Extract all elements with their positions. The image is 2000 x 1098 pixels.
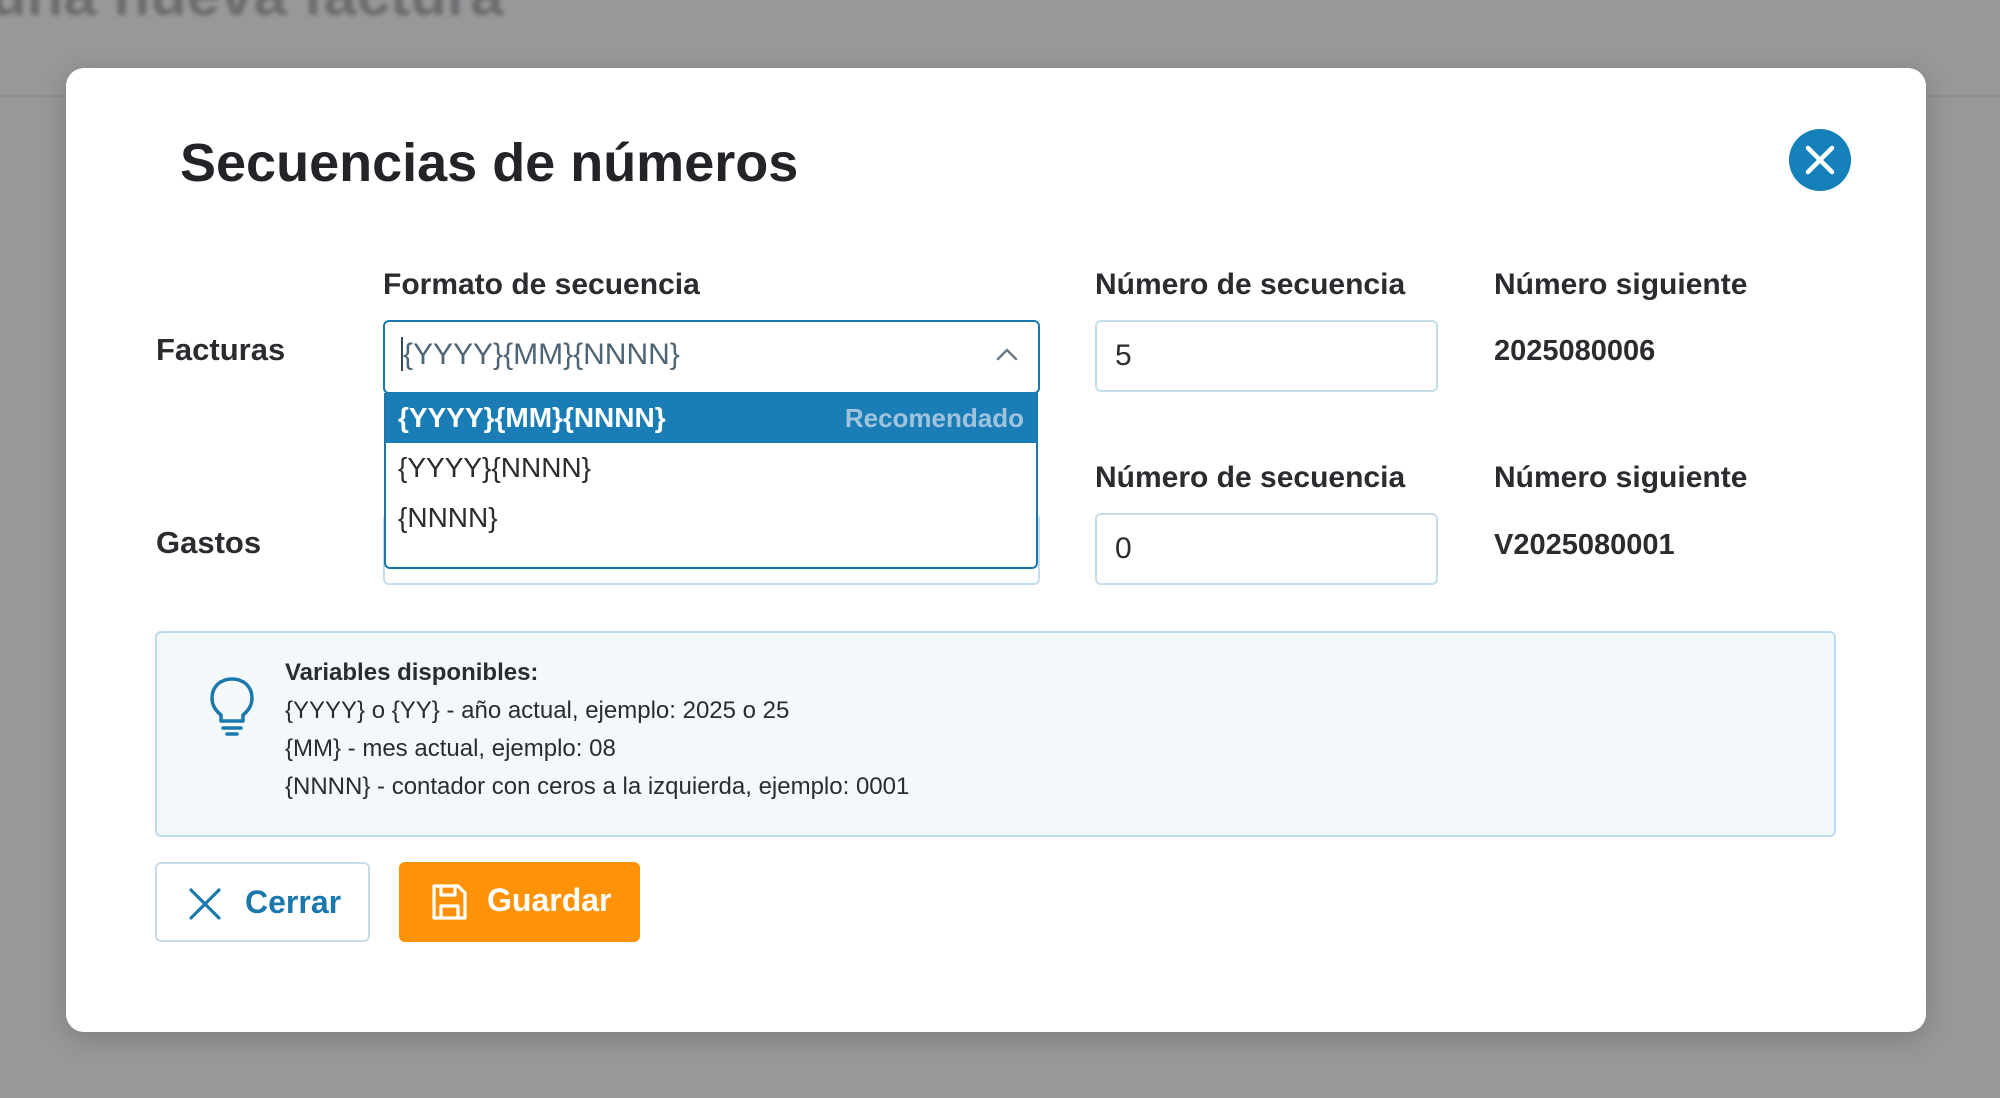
option-label: {YYYY}{NNNN} [398,452,591,483]
chevron-up-icon [996,348,1018,361]
row-label-facturas: Facturas [156,332,286,367]
info-line-month: {MM} - mes actual, ejemplo: 08 [285,735,616,762]
format-column-header: Formato de secuencia [383,268,700,301]
close-icon [1805,145,1835,175]
sequence-dialog: Secuencias de números Formato de secuenc… [66,68,1926,1032]
sequence-number-input-facturas[interactable]: 5 [1095,320,1438,392]
info-line-year: {YYYY} o {YY} - año actual, ejemplo: 202… [285,697,790,724]
close-icon [189,888,221,920]
background-page-title: una nueva factura [0,0,504,29]
next-number-header-gastos: Número siguiente [1494,461,1748,494]
format-dropdown-list: {YYYY}{MM}{NNNN} Recomendado {YYYY}{NNNN… [384,393,1038,569]
row-label-gastos: Gastos [156,525,262,560]
save-button[interactable]: Guardar [399,862,640,942]
format-select-facturas[interactable]: {YYYY}{MM}{NNNN} [383,320,1040,394]
sequence-number-header-gastos: Número de secuencia [1095,461,1406,494]
dropdown-option-yyyymmnnnn[interactable]: {YYYY}{MM}{NNNN} Recomendado [386,393,1036,443]
sequence-number-header-facturas: Número de secuencia [1095,268,1406,301]
save-icon [432,884,467,920]
dialog-title: Secuencias de números [180,133,799,193]
save-button-label: Guardar [487,882,612,918]
sequence-number-value: 5 [1115,339,1132,372]
cancel-button[interactable]: Cerrar [155,862,370,942]
dropdown-option-nnnn[interactable]: {NNNN} [386,493,1036,543]
lightbulb-icon [210,677,254,736]
sequence-number-value: 0 [1115,532,1132,565]
dropdown-option-yyyynnnn[interactable]: {YYYY}{NNNN} [386,443,1036,493]
info-title: Variables disponibles: [285,659,539,686]
variables-info-box: Variables disponibles: {YYYY} o {YY} - a… [155,631,1836,837]
sequence-number-input-gastos[interactable]: 0 [1095,513,1438,585]
option-label: {NNNN} [398,502,498,533]
recommended-badge: Recomendado [844,403,1024,433]
option-label: {YYYY}{MM}{NNNN} [398,402,666,433]
format-select-value: {YYYY}{MM}{NNNN} [403,338,680,371]
info-line-counter: {NNNN} - contador con ceros a la izquier… [285,773,910,800]
next-number-facturas: 2025080006 [1494,335,1656,367]
next-number-header-facturas: Número siguiente [1494,268,1748,301]
next-number-gastos: V2025080001 [1494,529,1675,561]
close-button[interactable] [1789,129,1851,191]
cancel-button-label: Cerrar [245,884,342,920]
